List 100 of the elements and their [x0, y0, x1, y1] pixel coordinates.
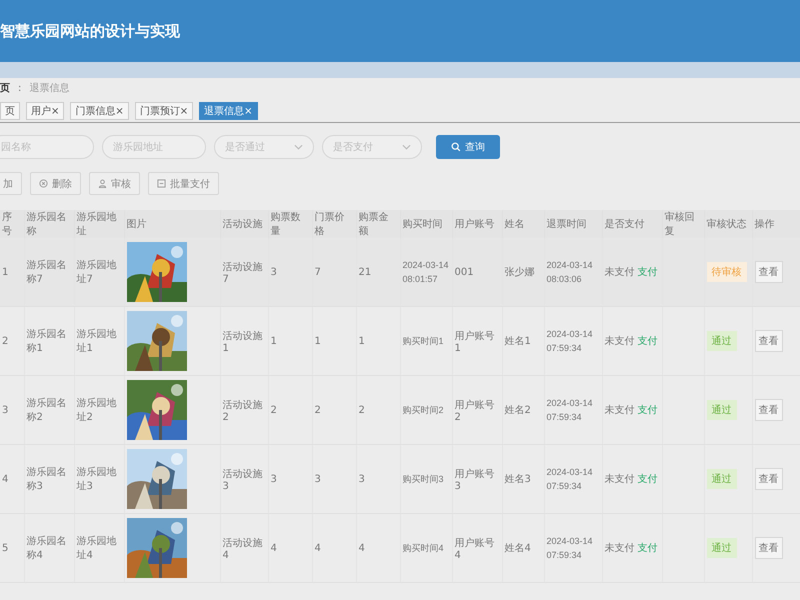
- table-cell: 游乐园名称1: [26, 329, 66, 354]
- delete-button[interactable]: 删除: [30, 172, 81, 195]
- view-button[interactable]: 查看: [754, 261, 782, 283]
- table-cell: 未支付: [604, 543, 634, 554]
- column-header: 购买时间: [400, 210, 452, 238]
- table-cell: 姓名3: [504, 474, 531, 485]
- column-header: 序号: [0, 210, 24, 238]
- table-cell: 3: [2, 404, 8, 416]
- table-cell: 游乐园地址7: [76, 260, 116, 285]
- table-cell: 2: [314, 404, 321, 416]
- status-badge: 通过: [706, 331, 736, 351]
- status-badge: 通过: [706, 538, 736, 558]
- table-cell-text: 2024-03-14 08:01:57: [402, 258, 450, 286]
- table-cell: 1: [314, 336, 321, 346]
- table-cell: 游乐园地址3: [76, 467, 116, 492]
- table-cell: 1: [270, 336, 277, 346]
- table-cell: 4: [2, 474, 8, 484]
- table-cell: 张少娜: [504, 267, 534, 278]
- breadcrumb-item[interactable]: 页: [0, 81, 10, 95]
- pay-link[interactable]: 支付: [638, 543, 658, 554]
- column-header: 审核状态: [704, 210, 752, 238]
- view-button[interactable]: 查看: [754, 330, 782, 352]
- add-button[interactable]: 加: [0, 172, 22, 195]
- table-cell: 用户账号3: [454, 468, 494, 492]
- table-cell: 未支付: [604, 336, 634, 347]
- table-cell: 姓名1: [504, 336, 531, 347]
- tab[interactable]: 页: [0, 102, 20, 120]
- view-button[interactable]: 查看: [754, 537, 782, 559]
- table-cell: 3: [270, 474, 277, 484]
- table-cell: 2: [358, 404, 365, 416]
- search-button[interactable]: 查询: [436, 135, 500, 159]
- table-cell: 姓名2: [504, 405, 531, 416]
- table-cell: 未支付: [604, 405, 634, 416]
- status-badge: 通过: [706, 469, 736, 489]
- column-header: 活动设施: [220, 210, 268, 238]
- table-cell-text: 2024-03-14 07:59:34: [546, 534, 594, 562]
- table-cell: 活动设施4: [222, 538, 262, 560]
- table-cell: 活动设施3: [222, 468, 262, 492]
- column-header: 购票数量: [268, 210, 312, 238]
- breadcrumb-item[interactable]: 退票信息: [29, 81, 70, 95]
- table-cell: 用户账号1: [454, 330, 494, 354]
- table-cell: 4: [358, 542, 365, 554]
- pay-link[interactable]: 支付: [638, 474, 658, 485]
- tab[interactable]: 门票预订×: [134, 102, 194, 120]
- chevron-down-icon: [294, 144, 303, 150]
- table-cell: 21: [358, 266, 372, 278]
- table-cell: 游乐园地址4: [76, 536, 116, 561]
- column-header: 购票金额: [356, 210, 400, 238]
- table-cell: 游乐园名称7: [26, 260, 66, 285]
- view-button[interactable]: 查看: [754, 399, 782, 421]
- table-cell-text: 2024-03-14 07:59:34: [546, 396, 594, 424]
- column-header: 姓名: [502, 210, 544, 238]
- column-header: 退票时间: [544, 210, 602, 238]
- view-button[interactable]: 查看: [754, 468, 782, 490]
- table-cell: 4: [270, 542, 277, 554]
- column-header: 游乐园名称: [24, 210, 74, 238]
- tab[interactable]: 退票信息×: [199, 102, 258, 120]
- search-icon: [451, 142, 461, 152]
- table-cell: 1: [2, 266, 8, 278]
- circle-x-icon: [39, 179, 48, 188]
- status-badge: 通过: [706, 400, 736, 420]
- pay-link[interactable]: 支付: [638, 336, 658, 347]
- table-cell-text: 购买时间3: [402, 472, 444, 486]
- tab[interactable]: 用户×: [26, 102, 64, 120]
- table-cell: 1: [358, 336, 365, 346]
- table-cell: 活动设施7: [222, 262, 262, 284]
- pay-link[interactable]: 支付: [638, 405, 658, 416]
- column-header: 门票价格: [312, 210, 356, 238]
- review-button[interactable]: 审核: [89, 172, 140, 195]
- pay-link[interactable]: 支付: [638, 267, 658, 278]
- table-cell-text: 2024-03-14 07:59:34: [546, 466, 594, 493]
- column-header: 用户账号: [452, 210, 502, 238]
- table-cell-text: 2024-03-14 08:03:06: [546, 258, 594, 286]
- table-cell: 未支付: [604, 267, 634, 278]
- table-cell: 3: [358, 474, 365, 484]
- table-cell-text: 购买时间4: [402, 542, 444, 555]
- table-cell: 5: [2, 542, 8, 554]
- table-cell: 7: [314, 266, 321, 278]
- column-header: 游乐园地址: [74, 210, 124, 238]
- table-cell: 活动设施1: [222, 330, 262, 354]
- table-cell-text: 购买时间2: [402, 404, 444, 417]
- batch-button[interactable]: 批量支付: [148, 172, 219, 195]
- table-cell: 游乐园名称2: [26, 398, 66, 423]
- breadcrumb-separator: :: [18, 82, 22, 94]
- tab[interactable]: 门票信息×: [70, 102, 129, 120]
- column-header: 审核回复: [662, 210, 704, 238]
- table-cell: 2: [2, 336, 8, 346]
- status-badge: 待审核: [706, 262, 746, 282]
- table-cell: 3: [270, 266, 277, 278]
- table-cell-text: 2024-03-14 07:59:34: [546, 328, 594, 355]
- table-cell: 游乐园地址2: [76, 398, 116, 423]
- table-cell: 用户账号2: [454, 400, 494, 422]
- table-cell-text: 购买时间1: [402, 334, 444, 348]
- square-icon: [157, 179, 166, 188]
- table-cell: 3: [314, 474, 321, 484]
- table-cell: 游乐园名称3: [26, 467, 66, 492]
- site-title: 智慧乐园网站的设计与实现: [0, 22, 180, 40]
- table-cell: 游乐园地址1: [76, 329, 116, 354]
- table-cell: 游乐园名称4: [26, 536, 66, 561]
- column-header: 操作: [752, 210, 800, 238]
